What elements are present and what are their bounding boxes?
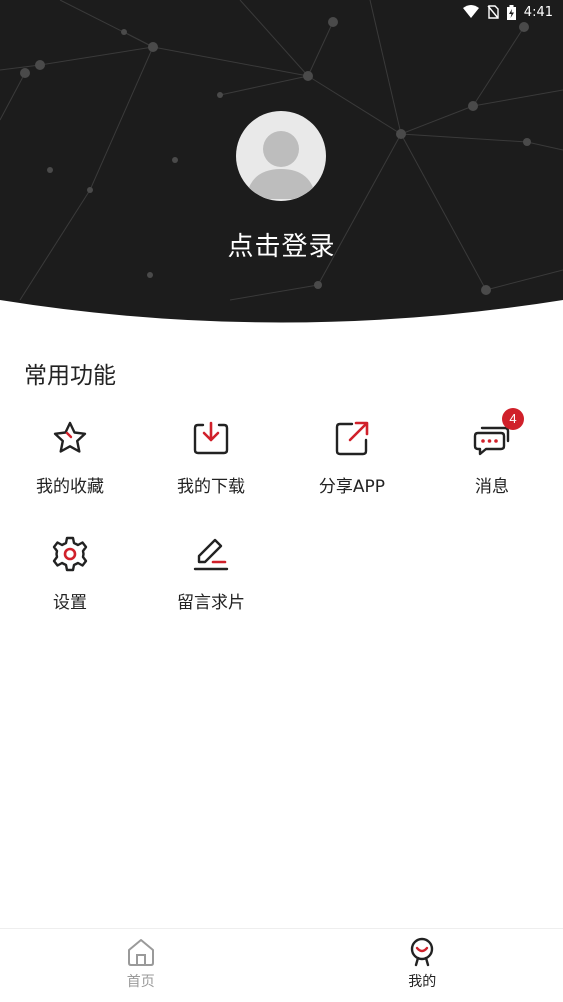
login-link[interactable]: 点击登录 bbox=[0, 226, 563, 263]
downloads-label: 我的下载 bbox=[177, 477, 245, 497]
messages-label: 消息 bbox=[475, 477, 509, 497]
home-icon bbox=[127, 939, 154, 966]
share-app-label: 分享APP bbox=[318, 477, 386, 497]
tab-profile[interactable]: 我的 bbox=[282, 929, 563, 1002]
request-movie-label: 留言求片 bbox=[177, 593, 245, 613]
profile-icon bbox=[411, 937, 434, 967]
messages-button[interactable]: 4 消息 bbox=[422, 408, 562, 497]
section-title: 常用功能 bbox=[24, 363, 116, 389]
gear-icon bbox=[50, 534, 90, 574]
status-bar: 4:41 bbox=[0, 0, 563, 24]
download-icon bbox=[191, 418, 231, 458]
tab-home[interactable]: 首页 bbox=[0, 929, 282, 1002]
downloads-button[interactable]: 我的下载 bbox=[141, 418, 281, 497]
wifi-icon bbox=[462, 5, 479, 18]
tab-home-label: 首页 bbox=[126, 974, 155, 990]
favorites-button[interactable]: 我的收藏 bbox=[0, 418, 140, 497]
request-movie-button[interactable]: 留言求片 bbox=[141, 534, 281, 613]
battery-charging-icon bbox=[506, 4, 516, 20]
tab-profile-label: 我的 bbox=[408, 974, 437, 990]
star-icon bbox=[50, 418, 90, 458]
user-placeholder-icon bbox=[246, 131, 316, 199]
share-icon bbox=[332, 418, 372, 458]
no-sim-icon bbox=[487, 5, 499, 19]
share-app-button[interactable]: 分享APP bbox=[282, 418, 422, 497]
status-time: 4:41 bbox=[523, 4, 553, 20]
message-count-badge: 4 bbox=[502, 408, 524, 430]
message-icon: 4 bbox=[472, 408, 524, 458]
settings-button[interactable]: 设置 bbox=[0, 534, 140, 613]
edit-icon bbox=[191, 534, 231, 574]
favorites-label: 我的收藏 bbox=[36, 477, 104, 497]
bottom-tab-bar: 首页 我的 bbox=[0, 928, 563, 1002]
profile-header: 4:41 点击登录 bbox=[0, 0, 563, 330]
settings-label: 设置 bbox=[53, 593, 87, 613]
avatar[interactable] bbox=[236, 111, 326, 201]
